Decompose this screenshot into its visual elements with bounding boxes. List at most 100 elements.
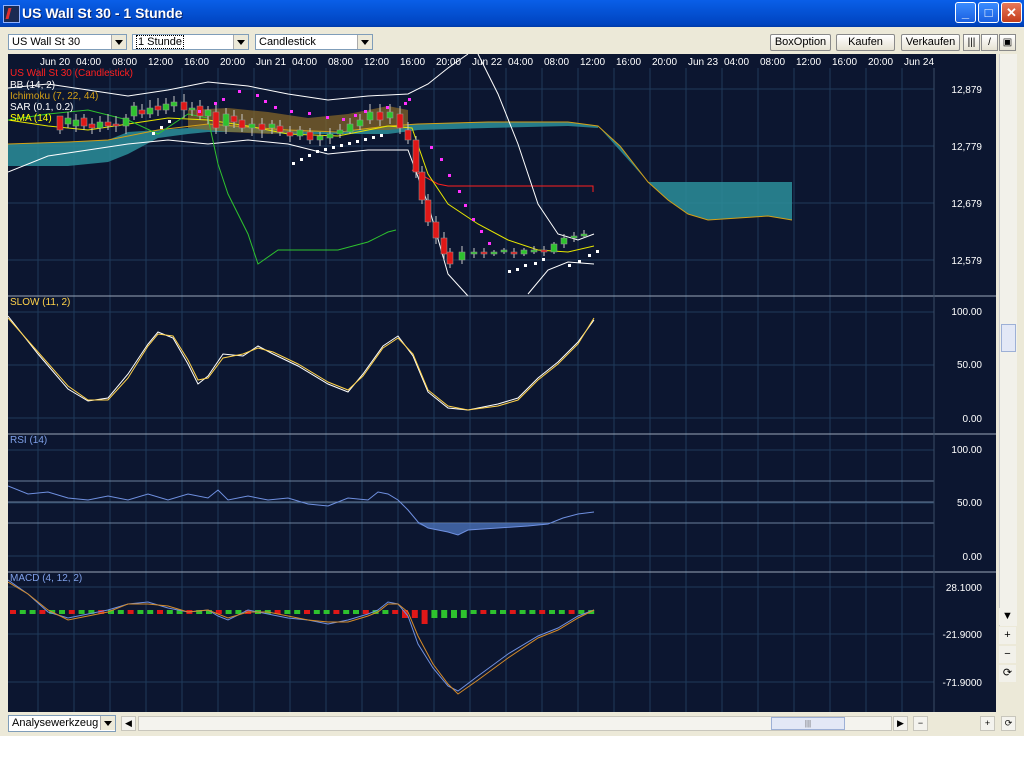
sar-dot [430,146,433,149]
candle-body [520,249,528,255]
macd-histogram-bar [117,610,124,614]
refresh-button[interactable]: ⟳ [1001,716,1016,731]
chevron-down-icon[interactable] [233,35,248,49]
sar-dot [464,204,467,207]
instrument-select[interactable]: US Wall St 30 [8,34,127,50]
macd-histogram-bar [343,610,350,614]
macd-histogram-bar [578,610,585,614]
maximize-button[interactable]: □ [978,2,999,23]
macd-histogram-bar [78,610,85,614]
zoom-minus-button[interactable]: − [913,716,928,731]
candle-body [56,115,64,131]
candle-body [480,251,488,255]
macd-histogram-bar [166,610,173,614]
rsi-tick-1: 100.00 [951,445,982,456]
price-tick-4: 12,579 [951,256,982,267]
scroll-left-button[interactable]: ◀ [121,716,136,731]
candle-body [376,111,384,121]
macd-histogram-bar [392,610,399,614]
sar-dot [324,148,327,151]
candle-body [162,103,170,111]
sar-dot [440,158,443,161]
macd-histogram-bar [225,610,232,614]
candle-body [170,101,178,107]
candle-body [316,135,324,141]
zoom-out-button[interactable]: − [999,646,1016,663]
candle-body [64,117,72,125]
macd-histogram-bar [529,610,536,614]
macd-histogram-bar [460,610,467,618]
legend-ichimoku: Ichimoku (7, 22, 44) [10,91,98,102]
candle-body [490,251,498,255]
verkaufen-button[interactable]: Verkaufen [901,34,960,51]
macd-histogram-bar [127,610,134,614]
chart-canvas[interactable]: Jun 20 04:00 08:00 12:00 16:00 20:00 Jun 21 04:… [7,53,996,712]
candle-body [404,129,412,141]
vertical-scrollbar[interactable] [999,54,1017,626]
status-strip [0,736,1024,768]
candle-body [138,109,146,115]
macd-histogram-bar [431,610,438,618]
sar-dot [292,162,295,165]
macd-histogram-bar [304,610,310,614]
candle-body [180,101,188,111]
sar-dot [238,90,241,93]
bollinger-lower-right [527,261,595,295]
kaufen-button[interactable]: Kaufen [836,34,895,51]
time-axis-label: 20:00 [868,57,893,68]
scroll-down-button[interactable]: ▼ [999,608,1016,625]
sar-dot [404,102,407,105]
time-axis-label: 20:00 [652,57,677,68]
macd-histogram-bar [137,610,144,614]
sar-dot [356,140,359,143]
sar-dot [168,120,171,123]
time-axis-label: 08:00 [760,57,785,68]
zoom-plus-button[interactable]: + [980,716,995,731]
horizontal-scrollbar[interactable]: ||| [138,716,892,731]
reset-view-button[interactable]: ⟳ [999,665,1016,682]
candle-body [96,121,104,129]
sar-dot [508,270,511,273]
chart-area[interactable]: Jun 20 04:00 08:00 12:00 16:00 20:00 Jun 21 04:… [7,53,996,712]
pen-icon[interactable]: / [981,34,998,51]
time-axis-label: Jun 23 [688,57,718,68]
vertical-scroll-thumb[interactable] [1001,324,1016,352]
chart-type-select[interactable]: Candlestick [255,34,373,50]
chevron-down-icon[interactable] [100,716,115,730]
scroll-right-button[interactable]: ▶ [893,716,908,731]
macd-histogram-bar [362,610,369,614]
time-axis-label: 12:00 [148,57,173,68]
price-tick-2: 12,779 [951,142,982,153]
bars-icon[interactable]: ||| [963,34,980,51]
zoom-in-button[interactable]: + [999,627,1016,644]
macd-histogram-bar [323,610,330,614]
candle-body [276,125,284,133]
time-axis: Jun 20 04:00 08:00 12:00 16:00 20:00 Jun 21 04:… [8,54,934,68]
minimize-button[interactable]: _ [955,2,976,23]
time-axis-label: Jun 22 [472,57,502,68]
slow-panel: SLOW (11, 2) 100.00 50.00 0.00 [7,297,982,425]
analysis-tool-select[interactable]: Analysewerkzeug [8,715,116,732]
candle-body [326,133,334,139]
close-button[interactable]: ✕ [1001,2,1022,23]
candle-body [418,171,426,201]
macd-histogram-bar [421,610,428,624]
sar-dot [458,190,461,193]
chevron-down-icon[interactable] [357,35,372,49]
macd-histogram-bar [313,610,320,614]
ichimoku-span-line [7,121,793,221]
time-axis-label: 08:00 [328,57,353,68]
time-axis-label: 04:00 [724,57,749,68]
sar-dot [256,94,259,97]
time-axis-label: Jun 24 [904,57,934,68]
sar-dot [308,154,311,157]
boxoption-button[interactable]: BoxOption [770,34,831,51]
horizontal-scroll-thumb[interactable]: ||| [771,717,845,730]
chevron-down-icon[interactable] [111,35,126,49]
timeframe-select[interactable]: 1 Stunde [132,34,249,50]
macd-histogram-bar [549,610,555,614]
candle-body [336,129,344,135]
window-icon[interactable]: ▣ [999,34,1016,51]
ichimoku-cloud-right [598,126,792,220]
sar-dot [348,142,351,145]
